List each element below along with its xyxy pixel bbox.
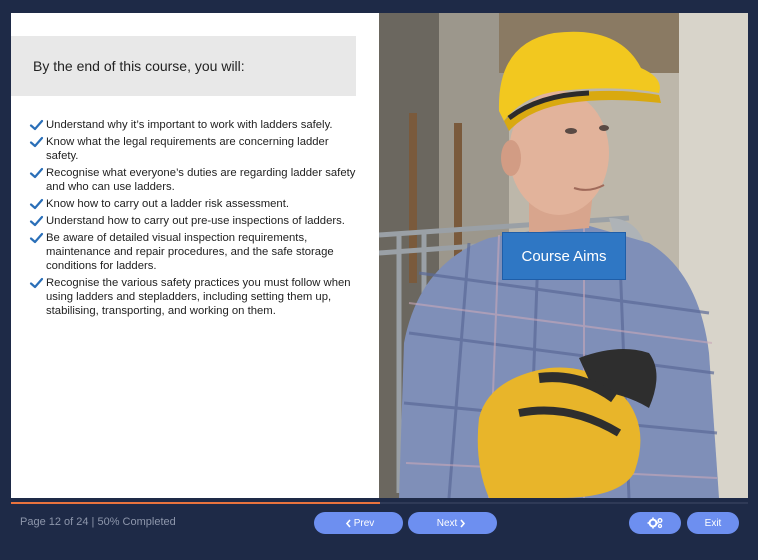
list-item: Recognise what everyone’s duties are reg… bbox=[29, 166, 359, 194]
exit-label: Exit bbox=[704, 517, 722, 529]
aims-list: Understand why it’s important to work wi… bbox=[29, 118, 359, 321]
aim-text: Be aware of detailed visual inspection r… bbox=[46, 232, 334, 272]
course-aims-badge: Course Aims bbox=[502, 232, 626, 280]
check-icon bbox=[29, 136, 44, 148]
next-label: Next bbox=[436, 517, 458, 529]
intro-box: By the end of this course, you will: bbox=[11, 36, 356, 96]
gears-icon bbox=[647, 517, 663, 529]
list-item: Understand why it’s important to work wi… bbox=[29, 118, 359, 132]
aim-text: Recognise the various safety practices y… bbox=[46, 277, 351, 317]
aim-text: Know what the legal requirements are con… bbox=[46, 136, 329, 162]
check-icon bbox=[29, 167, 44, 179]
next-button[interactable]: Next bbox=[408, 512, 497, 534]
list-item: Be aware of detailed visual inspection r… bbox=[29, 231, 359, 273]
exit-button[interactable]: Exit bbox=[687, 512, 739, 534]
content-panel: By the end of this course, you will: Und… bbox=[11, 13, 379, 498]
check-icon bbox=[29, 215, 44, 227]
list-item: Recognise the various safety practices y… bbox=[29, 276, 359, 318]
progress-bar bbox=[11, 502, 748, 504]
intro-text: By the end of this course, you will: bbox=[33, 58, 245, 74]
aim-text: Know how to carry out a ladder risk asse… bbox=[46, 198, 289, 210]
settings-button[interactable] bbox=[629, 512, 681, 534]
check-icon bbox=[29, 277, 44, 289]
list-item: Know how to carry out a ladder risk asse… bbox=[29, 197, 359, 211]
check-icon bbox=[29, 232, 44, 244]
prev-button[interactable]: Prev bbox=[314, 512, 403, 534]
list-item: Understand how to carry out pre-use insp… bbox=[29, 214, 359, 228]
page-status: Page 12 of 24 | 50% Completed bbox=[20, 516, 176, 528]
prev-label: Prev bbox=[353, 517, 375, 529]
progress-fill bbox=[11, 502, 380, 504]
aim-text: Understand how to carry out pre-use insp… bbox=[46, 215, 345, 227]
course-frame: By the end of this course, you will: Und… bbox=[11, 13, 748, 498]
check-icon bbox=[29, 198, 44, 210]
chevron-left-icon bbox=[345, 518, 351, 528]
list-item: Know what the legal requirements are con… bbox=[29, 135, 359, 163]
check-icon bbox=[29, 119, 44, 131]
aim-text: Understand why it’s important to work wi… bbox=[46, 119, 333, 131]
aim-text: Recognise what everyone’s duties are reg… bbox=[46, 167, 356, 193]
worker-photo: Course Aims bbox=[379, 13, 748, 498]
chevron-right-icon bbox=[460, 518, 466, 528]
